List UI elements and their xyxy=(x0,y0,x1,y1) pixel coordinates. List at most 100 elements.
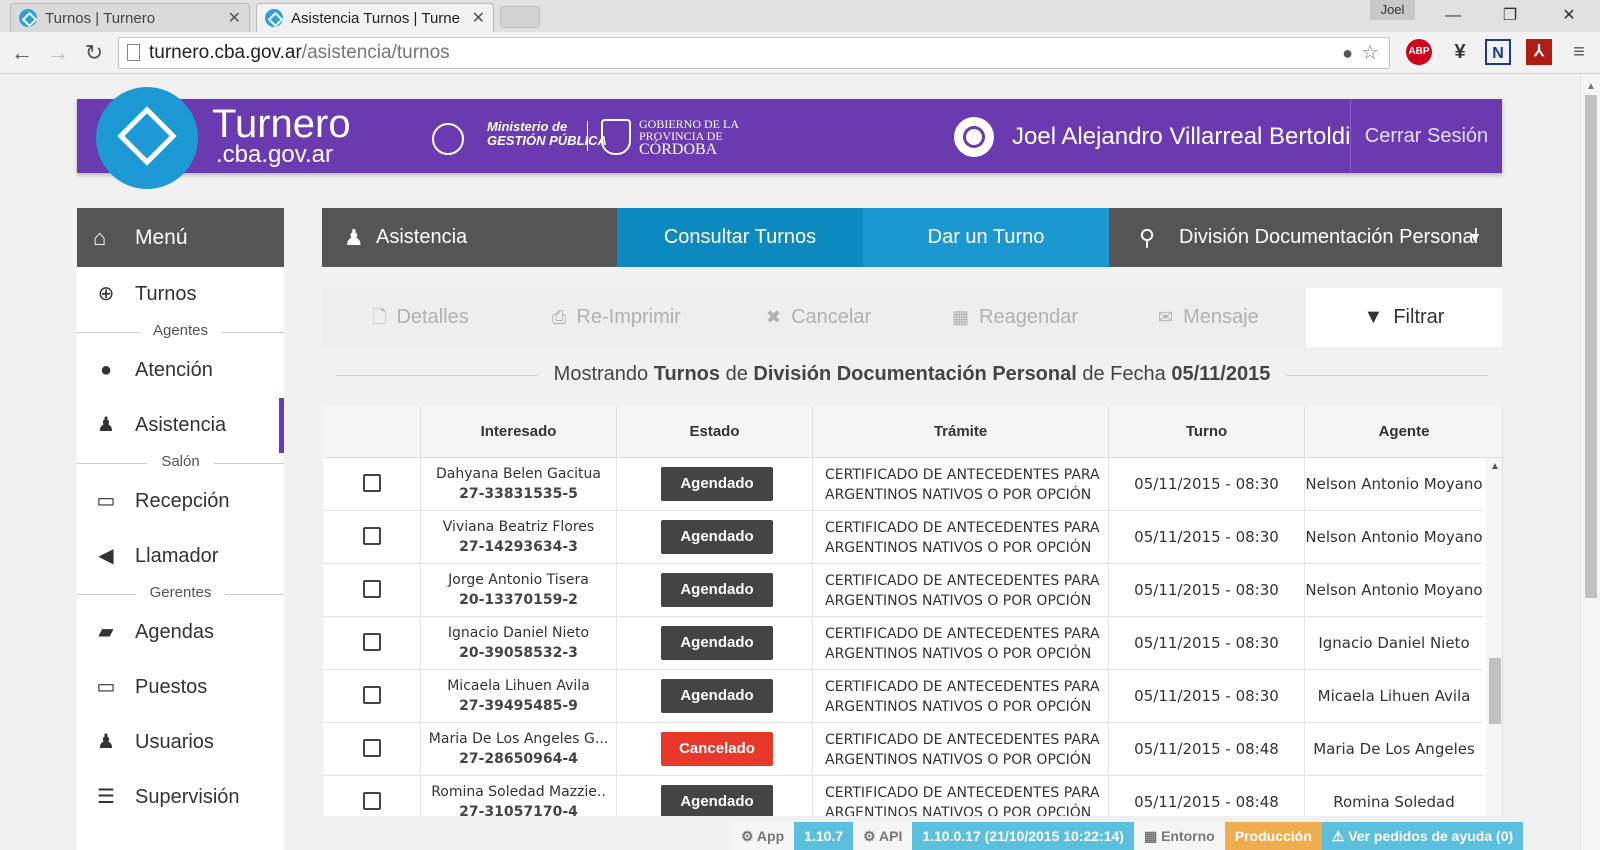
page-scroll-thumb[interactable] xyxy=(1585,95,1597,598)
adblock-icon[interactable]: ABP xyxy=(1406,39,1432,65)
browser-tab-asistencia[interactable]: Asistencia Turnos | Turnero ✕ xyxy=(256,3,494,32)
back-arrow-icon[interactable]: ← xyxy=(8,39,36,67)
table-scrollbar[interactable]: ▲ xyxy=(1486,458,1502,816)
envelope-icon: ✉ xyxy=(1158,307,1174,327)
status-api[interactable]: ⚙ API xyxy=(853,822,913,850)
tramite-cell: CERTIFICADO DE ANTECEDENTES PARA ARGENTIN… xyxy=(812,617,1108,669)
detalles-button[interactable]: 🗋 Detalles xyxy=(372,288,469,347)
row-checkbox[interactable] xyxy=(363,633,381,651)
col-select xyxy=(323,406,420,458)
minimize-icon[interactable]: — xyxy=(1430,2,1476,30)
status-app[interactable]: ⚙ App xyxy=(731,822,795,850)
col-tramite[interactable]: Trámite xyxy=(812,406,1108,458)
reagendar-button[interactable]: ▦ Reagendar xyxy=(952,288,1078,347)
col-turno[interactable]: Turno xyxy=(1108,406,1304,458)
row-checkbox[interactable] xyxy=(363,580,381,598)
table-row[interactable]: Ignacio Daniel Nieto 20-39058532-3 Agendad… xyxy=(323,617,1483,670)
pdf-icon[interactable]: ⅄ xyxy=(1526,39,1552,65)
lightbulb-icon[interactable]: ● xyxy=(1342,38,1353,68)
caption-part: de xyxy=(720,363,754,385)
bookmark-star-icon[interactable]: ☆ xyxy=(1361,38,1379,68)
table-row[interactable]: Dahyana Belen Gacitua 27-33831535-5 Agenda… xyxy=(323,458,1483,511)
table-row[interactable]: Viviana Beatriz Flores 27-14293634-3 Agend… xyxy=(323,511,1483,564)
interesado-cell: Jorge Antonio Tisera 20-13370159-2 xyxy=(420,564,616,616)
close-tab-icon[interactable]: ✕ xyxy=(472,8,485,28)
tramite-cell: CERTIFICADO DE ANTECEDENTES PARA ARGENTIN… xyxy=(812,564,1108,616)
col-agente[interactable]: Agente xyxy=(1304,406,1502,458)
turno-cell: 05/11/2015 - 08:30 xyxy=(1108,617,1304,669)
sidebar-item-llamador[interactable]: ◀ Llamador xyxy=(77,529,284,584)
sidebar-item-atencion[interactable]: ● Atención xyxy=(77,343,284,398)
chrome-menu-icon[interactable]: ≡ xyxy=(1566,39,1592,65)
restore-icon[interactable]: ❐ xyxy=(1487,2,1533,30)
interesado-name: Ignacio Daniel Nieto xyxy=(447,625,590,641)
new-tab-button[interactable] xyxy=(500,6,540,28)
file-icon: 🗋 xyxy=(372,307,387,327)
status-entorno[interactable]: ▦ Entorno xyxy=(1133,822,1225,850)
asistencia-nav[interactable]: ♟ Asistencia xyxy=(322,208,617,267)
agente-cell: Romina Soledad xyxy=(1304,776,1483,816)
extension-icon[interactable]: ¥ xyxy=(1447,39,1473,65)
help-requests-button[interactable]: ⚠ Ver pedidos de ayuda (0) xyxy=(1321,822,1524,850)
reagendar-label: Reagendar xyxy=(979,306,1078,328)
sidebar-item-puestos[interactable]: ▭ Puestos xyxy=(77,660,284,715)
tramite-line2: ARGENTINOS NATIVOS O POR OPCIÓN xyxy=(825,752,1092,768)
table-row[interactable]: Jorge Antonio Tisera 20-13370159-2 Agendad… xyxy=(323,564,1483,617)
col-estado[interactable]: Estado xyxy=(616,406,812,458)
interesado-cell: Viviana Beatriz Flores 27-14293634-3 xyxy=(420,511,616,563)
interesado-cell: Dahyana Belen Gacitua 27-33831535-5 xyxy=(420,458,616,510)
row-checkbox[interactable] xyxy=(363,792,381,810)
table-row[interactable]: Romina Soledad Mazzie.. 27-31057170-4 Agen… xyxy=(323,776,1483,816)
sidebar-item-label: Agendas xyxy=(135,621,214,643)
ministerio-label: Ministerio de GESTIÓN PÚBLICA xyxy=(487,120,607,148)
status-bar: ⚙ App 1.10.7 ⚙ API 1.10.0.17 (21/10/2015… xyxy=(731,822,1524,850)
caption-text: Mostrando Turnos de División Documentaci… xyxy=(537,363,1287,385)
profile-chip[interactable]: Joel xyxy=(1370,0,1415,20)
close-tab-icon[interactable]: ✕ xyxy=(228,8,241,28)
top-navigation: ♟ Asistencia Consultar Turnos Dar un Tur… xyxy=(322,208,1502,267)
scroll-up-icon[interactable]: ▲ xyxy=(1490,461,1500,472)
table-header: Interesado Estado Trámite Turno Agente xyxy=(323,406,1502,458)
page-scrollbar[interactable]: ▲ xyxy=(1580,75,1600,850)
brand-name[interactable]: Turnero .cba.gov.ar xyxy=(212,104,351,167)
interesado-name: Micaela Lihuen Avila xyxy=(447,678,590,694)
turnero-logo-icon[interactable] xyxy=(96,87,198,189)
interesado-name: Jorge Antonio Tisera xyxy=(448,572,589,588)
table-row[interactable]: Maria De Los Angeles G... 27-28650964-4 Ca… xyxy=(323,723,1483,776)
row-checkbox[interactable] xyxy=(363,474,381,492)
browser-tab-turnos[interactable]: Turnos | Turnero ✕ xyxy=(10,3,250,32)
sidebar-item-supervision[interactable]: ☰ Supervisión xyxy=(77,770,284,825)
col-interesado[interactable]: Interesado xyxy=(420,406,616,458)
consultar-turnos-button[interactable]: Consultar Turnos xyxy=(617,208,863,267)
filtrar-button[interactable]: ▼ Filtrar xyxy=(1306,288,1502,347)
dar-un-turno-button[interactable]: Dar un Turno xyxy=(863,208,1109,267)
row-checkbox[interactable] xyxy=(363,686,381,704)
row-checkbox[interactable] xyxy=(363,739,381,757)
row-checkbox[interactable] xyxy=(363,527,381,545)
sidebar-item-turnos[interactable]: ⊕ Turnos xyxy=(77,267,284,322)
navigation-bar: ← → ↻ turnero.cba.gov.ar/asistencia/turn… xyxy=(0,33,1600,73)
logout-button[interactable]: Cerrar Sesión xyxy=(1350,99,1502,173)
reload-icon[interactable]: ↻ xyxy=(80,39,108,67)
address-bar[interactable]: turnero.cba.gov.ar/asistencia/turnos ● ☆ xyxy=(118,37,1390,69)
interesado-dni: 27-31057170-4 xyxy=(459,804,578,816)
mensaje-button[interactable]: ✉ Mensaje xyxy=(1158,288,1259,347)
forward-arrow-icon[interactable]: → xyxy=(44,39,72,67)
scroll-thumb[interactable] xyxy=(1489,658,1501,724)
n-extension-icon[interactable]: N xyxy=(1485,39,1511,65)
tramite-line2: ARGENTINOS NATIVOS O POR OPCIÓN xyxy=(825,699,1092,715)
turnos-table: Interesado Estado Trámite Turno Agente D… xyxy=(323,406,1503,816)
interesado-name: Dahyana Belen Gacitua xyxy=(436,466,601,482)
select-cell xyxy=(323,776,420,816)
sidebar-item-asistencia[interactable]: ♟ Asistencia xyxy=(77,398,284,453)
table-row[interactable]: Micaela Lihuen Avila 27-39495485-9 Agendad… xyxy=(323,670,1483,723)
division-dropdown[interactable]: ⚲ División Documentación Personal ▼ xyxy=(1109,208,1502,267)
sidebar-item-agendas[interactable]: ▰ Agendas xyxy=(77,605,284,660)
reimprimir-button[interactable]: ⎙ Re-Imprimir xyxy=(552,288,681,347)
cancelar-button[interactable]: ✖ Cancelar xyxy=(766,288,871,347)
sidebar-item-usuarios[interactable]: ♟ Usuarios xyxy=(77,715,284,770)
scroll-up-icon[interactable]: ▲ xyxy=(1586,81,1596,92)
menu-header[interactable]: ⌂ Menú xyxy=(77,208,284,267)
close-window-icon[interactable]: ✕ xyxy=(1546,2,1592,30)
sidebar-item-recepcion[interactable]: ▭ Recepción xyxy=(77,474,284,529)
